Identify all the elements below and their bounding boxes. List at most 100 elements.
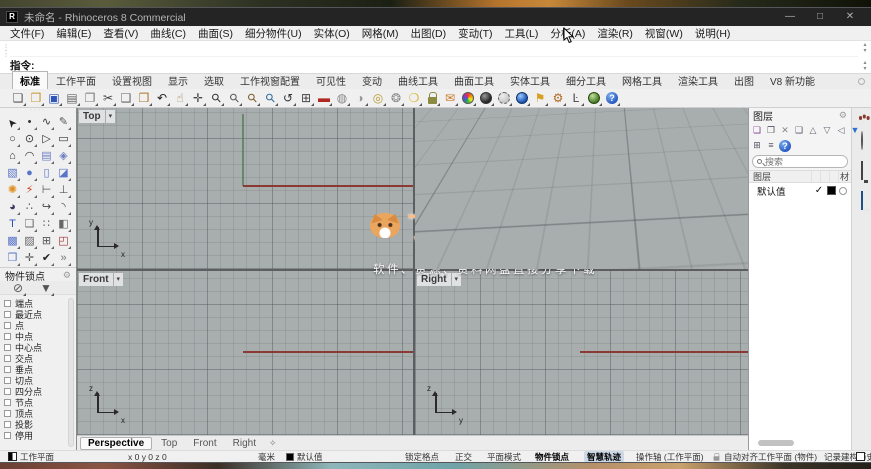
perspective-viewport-title[interactable]: Perspective (417, 110, 481, 123)
toolbar-tab-visibility[interactable]: 可见性 (308, 71, 354, 89)
ortho[interactable]: 正交 (455, 451, 472, 462)
chain-icon[interactable]: ❂ (388, 90, 404, 106)
toolbar-options-icon[interactable] (858, 78, 865, 85)
viewport-tab-right[interactable]: Right (226, 438, 263, 449)
menu-transform[interactable]: 变动(T) (452, 26, 498, 41)
paste-icon[interactable]: ❒ (136, 90, 152, 106)
osnap-checkbox-quadrant[interactable] (4, 388, 11, 395)
layer-name[interactable]: 默认值 (749, 184, 811, 198)
undo-icon[interactable]: ↶ (154, 90, 170, 106)
menu-view[interactable]: 查看(V) (97, 26, 144, 41)
move-left-icon[interactable]: ◁ (835, 124, 847, 137)
layer-material-icon[interactable] (839, 187, 847, 195)
tab-panel-monitor[interactable] (861, 162, 863, 180)
cplane-pane[interactable]: 工作平面 (8, 451, 54, 462)
new-file-icon[interactable]: ❏ (10, 90, 26, 106)
grid-snap[interactable]: 锁定格点 (405, 451, 439, 462)
gumball-icon[interactable]: ✛ (21, 250, 38, 267)
cut-icon[interactable]: ✂ (100, 90, 116, 106)
right-viewport-label[interactable]: Right (417, 273, 461, 286)
point-cloud-icon[interactable]: ∴ (21, 199, 38, 216)
explode-icon[interactable]: ✺ (4, 182, 21, 199)
toolbar-tab-surface-tools[interactable]: 曲面工具 (446, 71, 502, 89)
zoom-extents-icon[interactable]: ⚲ (262, 90, 278, 106)
save-icon[interactable]: ▣ (46, 90, 62, 106)
toolbar-tab-mesh-tools[interactable]: 网格工具 (614, 71, 670, 89)
layer-color-swatch[interactable] (827, 186, 836, 195)
patch-icon[interactable]: ◈ (55, 148, 72, 165)
menu-mesh[interactable]: 网格(M) (356, 26, 405, 41)
boolean-icon[interactable]: ◕ (4, 199, 21, 216)
osnap-checkbox-knot[interactable] (4, 399, 11, 406)
fillet-icon[interactable]: ◝ (55, 199, 72, 216)
copy-object-icon[interactable]: ❏ (21, 216, 38, 233)
scroll-up-icon[interactable]: ▴▾ (863, 42, 866, 54)
osnap-settings-gear-icon[interactable] (63, 270, 71, 281)
more-tools-icon[interactable]: » (55, 250, 72, 267)
columns-icon[interactable]: ⊞ (751, 139, 763, 152)
menu-window[interactable]: 视窗(W) (639, 26, 689, 41)
earth-render-icon[interactable] (586, 90, 602, 106)
menu-tools[interactable]: 工具(L) (499, 26, 545, 41)
osnap-item-disable[interactable]: 停用 (4, 430, 76, 441)
active-layer[interactable]: 默认值 (286, 451, 323, 462)
top-viewport-title[interactable]: Top (79, 110, 105, 123)
new-sublayer-icon[interactable]: ❐ (765, 124, 777, 137)
export-icon[interactable]: ❐ (82, 90, 98, 106)
osnap-filter-icon[interactable]: ▼ (38, 280, 54, 296)
smarttrack[interactable]: 智慧轨迹 (584, 451, 624, 462)
osnap-checkbox-perpendicular[interactable] (4, 366, 11, 373)
toolbar-tab-select[interactable]: 选取 (196, 71, 232, 89)
perspective-viewport-menu-icon[interactable] (482, 110, 492, 123)
point-icon[interactable]: • (21, 114, 38, 131)
color-wheel-icon[interactable] (460, 90, 476, 106)
toolbar-tab-transform[interactable]: 变动 (354, 71, 390, 89)
top-viewport-label[interactable]: Top (79, 110, 115, 123)
render-wire-sphere-icon[interactable] (496, 90, 512, 106)
top-viewport-menu-icon[interactable] (106, 110, 116, 123)
command-scrollbar[interactable]: ▴▾ ▴▾ (860, 42, 870, 72)
layers-horizontal-scrollbar[interactable] (758, 440, 794, 446)
front-viewport-menu-icon[interactable] (114, 273, 124, 286)
cylinder-icon[interactable]: ▯ (38, 165, 55, 182)
toolbar-tab-viewport-layout[interactable]: 工作视窗配置 (232, 71, 308, 89)
toolbar-tab-drafting-tab[interactable]: 出图 (726, 71, 762, 89)
surface-icon[interactable]: ▤ (38, 148, 55, 165)
sphere-icon[interactable]: ● (21, 165, 38, 182)
extend-icon[interactable]: ↪ (38, 199, 55, 216)
toolbar-tab-curve-tools[interactable]: 曲线工具 (390, 71, 446, 89)
polyline-icon[interactable]: ⌂ (4, 148, 21, 165)
link-icon[interactable]: ◎ (370, 90, 386, 106)
ellipse-icon[interactable]: ⊙ (21, 131, 38, 148)
delete-layer-icon[interactable]: ✕ (779, 124, 791, 137)
tab-panel-rendering[interactable] (861, 192, 863, 210)
lamp-icon[interactable]: ❍ (406, 90, 422, 106)
menu-edit[interactable]: 编辑(E) (50, 26, 97, 41)
front-viewport-label[interactable]: Front (79, 273, 123, 286)
help-icon[interactable]: ? (604, 90, 620, 106)
menu-surface[interactable]: 曲面(S) (192, 26, 239, 41)
rotate-view-icon[interactable]: ↺ (280, 90, 296, 106)
hatch-icon[interactable]: ▨ (21, 233, 38, 250)
osnap-checkbox-project[interactable] (4, 421, 11, 428)
text-icon[interactable]: T (4, 216, 21, 233)
mesh-box-icon[interactable]: ▩ (4, 233, 21, 250)
planar[interactable]: 平面模式 (487, 451, 521, 462)
car-icon[interactable]: ▬ (316, 90, 332, 106)
osnap-toggle[interactable]: 物件锁点 (535, 451, 569, 462)
right-viewport[interactable]: Right z y (415, 271, 748, 435)
split-icon[interactable]: ⊢ (38, 182, 55, 199)
trim-icon[interactable]: ⚡ (21, 182, 38, 199)
front-viewport[interactable]: Front z x (77, 271, 413, 435)
open-file-icon[interactable]: ❒ (28, 90, 44, 106)
toolbar-tab-solid-tools[interactable]: 实体工具 (502, 71, 558, 89)
minimize-button[interactable]: — (775, 8, 805, 26)
mirror-icon[interactable]: ◧ (55, 216, 72, 233)
render-dark-sphere-icon[interactable] (478, 90, 494, 106)
viewport-tab-top[interactable]: Top (154, 438, 184, 449)
block-icon[interactable]: ◰ (55, 233, 72, 250)
osnap-checkbox-point[interactable] (4, 322, 11, 329)
perspective-viewport-label[interactable]: Perspective (417, 110, 492, 123)
toolbar-tab-display[interactable]: 显示 (160, 71, 196, 89)
copy-icon[interactable]: ❑ (118, 90, 134, 106)
